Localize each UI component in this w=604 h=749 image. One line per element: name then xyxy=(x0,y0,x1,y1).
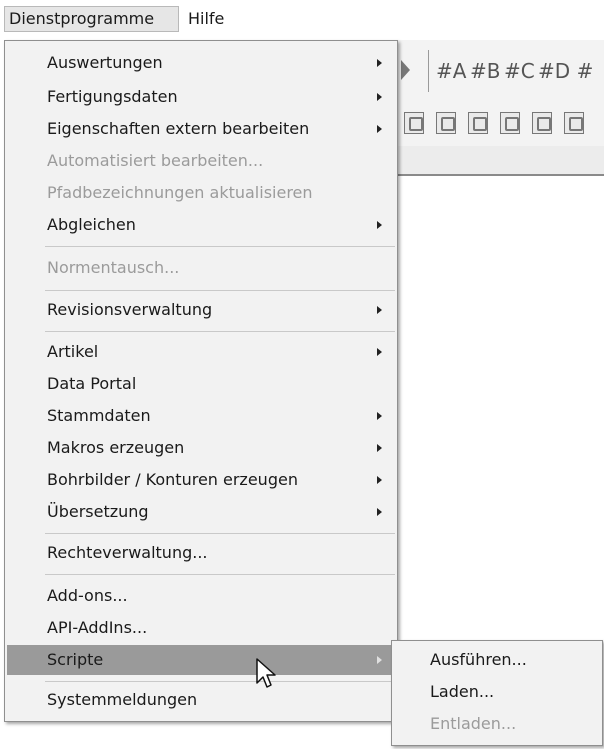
hash-d-icon[interactable]: #D xyxy=(538,60,570,82)
part-icon-6[interactable] xyxy=(564,112,584,134)
menu-item-label: Pfadbezeichnungen aktualisieren xyxy=(47,183,313,202)
submenu-arrow-icon xyxy=(377,508,382,516)
menu-bar: Dienstprogramme Hilfe xyxy=(0,0,604,36)
menu-item-label: Übersetzung xyxy=(47,502,149,521)
submenu-arrow-icon xyxy=(377,59,382,67)
dienstprogramme-dropdown: Auswertungen Fertigungsdaten Eigenschaft… xyxy=(4,40,398,722)
submenu-item-entladen[interactable]: Entladen... xyxy=(394,709,600,739)
menu-item-scripte[interactable]: Scripte xyxy=(7,645,395,675)
menu-item-makros[interactable]: Makros erzeugen xyxy=(7,433,395,463)
menu-separator xyxy=(45,681,395,682)
submenu-item-laden[interactable]: Laden... xyxy=(394,677,600,707)
part-icon-2[interactable] xyxy=(436,112,456,134)
submenu-item-label: Laden... xyxy=(430,682,495,701)
menu-item-label: Bohrbilder / Konturen erzeugen xyxy=(47,470,298,489)
menu-item-label: Stammdaten xyxy=(47,406,151,425)
part-icon-3[interactable] xyxy=(468,112,488,134)
menu-separator xyxy=(45,331,395,332)
menu-item-rechteverwaltung[interactable]: Rechteverwaltung... xyxy=(7,538,395,568)
menu-item-normentausch[interactable]: Normentausch... xyxy=(7,253,395,283)
part-icon-4[interactable] xyxy=(500,112,520,134)
menu-item-automatisiert[interactable]: Automatisiert bearbeiten... xyxy=(7,146,395,176)
submenu-arrow-icon xyxy=(377,125,382,133)
menu-hilfe[interactable]: Hilfe xyxy=(184,6,246,32)
submenu-item-ausfuehren[interactable]: Ausführen... xyxy=(394,645,600,675)
menu-separator xyxy=(45,290,395,291)
menu-separator xyxy=(45,533,395,534)
scripte-submenu: Ausführen... Laden... Entladen... xyxy=(391,640,603,746)
hash-b-icon[interactable]: #B xyxy=(470,60,500,82)
hash-icon[interactable]: # xyxy=(574,60,596,82)
menu-item-revisionsverwaltung[interactable]: Revisionsverwaltung xyxy=(7,295,395,325)
menu-item-api-addins[interactable]: API-AddIns... xyxy=(7,613,395,643)
menu-item-systemmeldungen[interactable]: Systemmeldungen xyxy=(7,685,395,715)
menu-item-artikel[interactable]: Artikel xyxy=(7,337,395,367)
menu-item-data-portal[interactable]: Data Portal xyxy=(7,369,395,399)
hash-a-icon[interactable]: #A xyxy=(436,60,466,82)
submenu-arrow-icon xyxy=(377,412,382,420)
submenu-arrow-icon xyxy=(377,221,382,229)
submenu-arrow-icon xyxy=(377,656,382,664)
menu-item-label: Eigenschaften extern bearbeiten xyxy=(47,119,310,138)
menu-item-label: Revisionsverwaltung xyxy=(47,300,213,319)
menu-item-label: Add-ons... xyxy=(47,586,128,605)
menu-item-label: Fertigungsdaten xyxy=(47,87,178,106)
part-icon-1[interactable] xyxy=(404,112,424,134)
menu-item-bohrbilder[interactable]: Bohrbilder / Konturen erzeugen xyxy=(7,465,395,495)
part-icon-5[interactable] xyxy=(532,112,552,134)
submenu-arrow-icon xyxy=(377,306,382,314)
menu-item-fertigungsdaten[interactable]: Fertigungsdaten xyxy=(7,82,395,112)
menu-item-label: Auswertungen xyxy=(47,53,163,72)
submenu-arrow-icon xyxy=(377,444,382,452)
menu-separator xyxy=(45,574,395,575)
mouse-pointer-icon xyxy=(256,658,276,688)
menu-item-eigenschaften[interactable]: Eigenschaften extern bearbeiten xyxy=(7,114,395,144)
menu-item-label: Makros erzeugen xyxy=(47,438,185,457)
menu-item-label: Rechteverwaltung... xyxy=(47,543,208,562)
submenu-arrow-icon xyxy=(377,476,382,484)
toolbar-expand-icon[interactable] xyxy=(401,60,410,80)
menu-item-pfadbezeichnungen[interactable]: Pfadbezeichnungen aktualisieren xyxy=(7,178,395,208)
submenu-arrow-icon xyxy=(377,93,382,101)
menu-item-label: Abgleichen xyxy=(47,215,136,234)
menu-item-stammdaten[interactable]: Stammdaten xyxy=(7,401,395,431)
menu-item-label: Scripte xyxy=(47,650,104,669)
submenu-item-label: Ausführen... xyxy=(430,650,527,669)
toolbar-row-3 xyxy=(398,146,604,176)
menu-item-label: API-AddIns... xyxy=(47,618,148,637)
menu-item-addons[interactable]: Add-ons... xyxy=(7,581,395,611)
menu-item-label: Data Portal xyxy=(47,374,137,393)
menu-item-uebersetzung[interactable]: Übersetzung xyxy=(7,497,395,527)
submenu-item-label: Entladen... xyxy=(430,714,517,733)
toolbar-separator xyxy=(428,50,429,92)
menu-item-abgleichen[interactable]: Abgleichen xyxy=(7,210,395,240)
hash-c-icon[interactable]: #C xyxy=(504,60,535,82)
menu-item-label: Automatisiert bearbeiten... xyxy=(47,151,264,170)
menu-item-auswertungen[interactable]: Auswertungen xyxy=(7,48,395,78)
menu-separator xyxy=(45,246,395,247)
menu-dienstprogramme[interactable]: Dienstprogramme xyxy=(4,6,179,32)
submenu-arrow-icon xyxy=(377,348,382,356)
menu-item-label: Artikel xyxy=(47,342,99,361)
menu-item-label: Systemmeldungen xyxy=(47,690,198,709)
menu-item-label: Normentausch... xyxy=(47,258,180,277)
